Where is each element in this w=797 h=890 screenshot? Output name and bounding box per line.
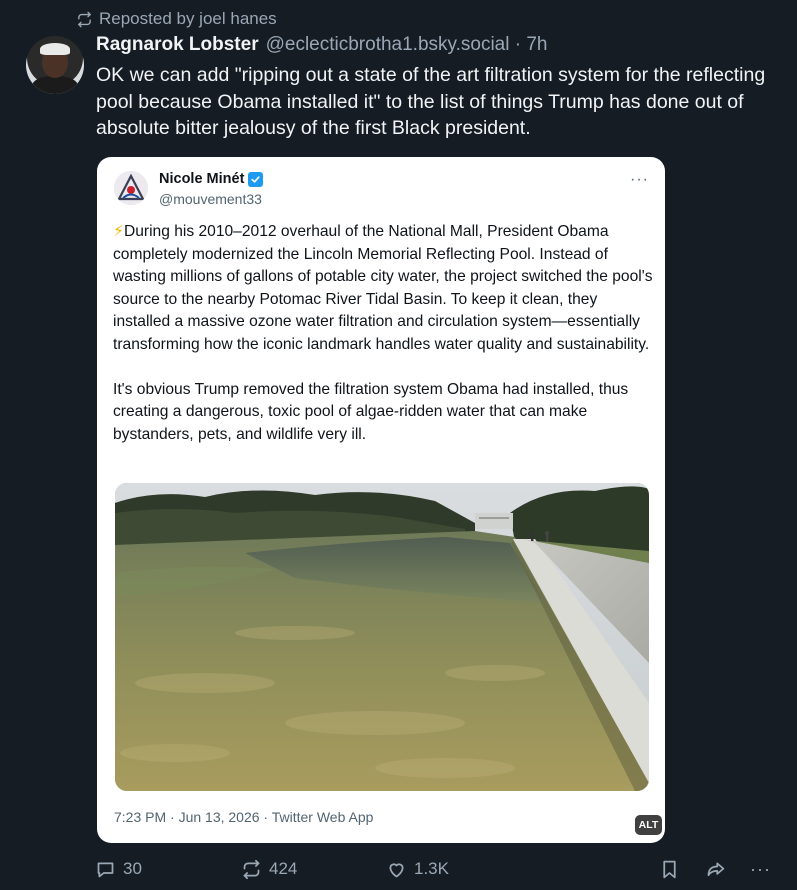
embed-meta: 7:23 PM · Jun 13, 2026 · Twitter Web App (114, 809, 374, 825)
post-header: Ragnarok Lobster @eclecticbrotha1.bsky.s… (96, 34, 548, 62)
repost-button[interactable]: 424 (241, 852, 297, 886)
like-count: 1.3K (414, 859, 449, 878)
more-options-icon[interactable]: ··· (750, 852, 771, 886)
embedded-tweet-image[interactable]: Nicole Minét @mouvement33 ··· ⚡During hi… (97, 157, 665, 843)
author-avatar[interactable] (26, 36, 84, 94)
alt-text-button[interactable]: ALT (635, 815, 662, 835)
author-name[interactable]: Ragnarok Lobster (96, 34, 259, 56)
embed-handle: @mouvement33 (159, 191, 262, 207)
like-button[interactable]: 1.3K (386, 852, 449, 886)
share-icon (707, 862, 725, 876)
repost-count: 424 (269, 859, 298, 878)
bookmark-icon (663, 860, 676, 878)
author-handle[interactable]: @eclecticbrotha1.bsky.social · 7h (266, 34, 548, 56)
share-button[interactable] (705, 852, 726, 886)
repost-indicator[interactable]: Reposted by joel hanes (76, 8, 277, 30)
lightning-emoji: ⚡ (113, 223, 124, 240)
embed-paragraph-1-text: During his 2010–2012 overhaul of the Nat… (113, 223, 653, 353)
embed-avatar (114, 171, 148, 205)
heart-icon (389, 862, 404, 877)
repost-action-icon (243, 859, 260, 879)
reflecting-pool-photo (115, 483, 649, 791)
embed-body: ⚡During his 2010–2012 overhaul of the Na… (113, 221, 653, 446)
reply-count: 30 (123, 859, 142, 878)
embed-more-icon: ··· (630, 171, 649, 188)
embed-paragraph-1: ⚡During his 2010–2012 overhaul of the Na… (113, 221, 653, 357)
embed-name-row: Nicole Minét (159, 171, 264, 187)
repost-label: Reposted by joel hanes (99, 9, 277, 28)
embed-paragraph-2: It's obvious Trump removed the filtratio… (113, 380, 629, 443)
embed-name: Nicole Minét (159, 171, 245, 187)
repost-icon (78, 11, 91, 27)
post-actions: 30 424 1.3K ··· (0, 852, 797, 886)
bookmark-button[interactable] (659, 852, 680, 886)
reply-button[interactable]: 30 (95, 852, 142, 886)
reply-icon (97, 862, 114, 877)
post-text: OK we can add "ripping out a state of th… (96, 64, 766, 139)
verified-badge-icon (248, 171, 264, 187)
